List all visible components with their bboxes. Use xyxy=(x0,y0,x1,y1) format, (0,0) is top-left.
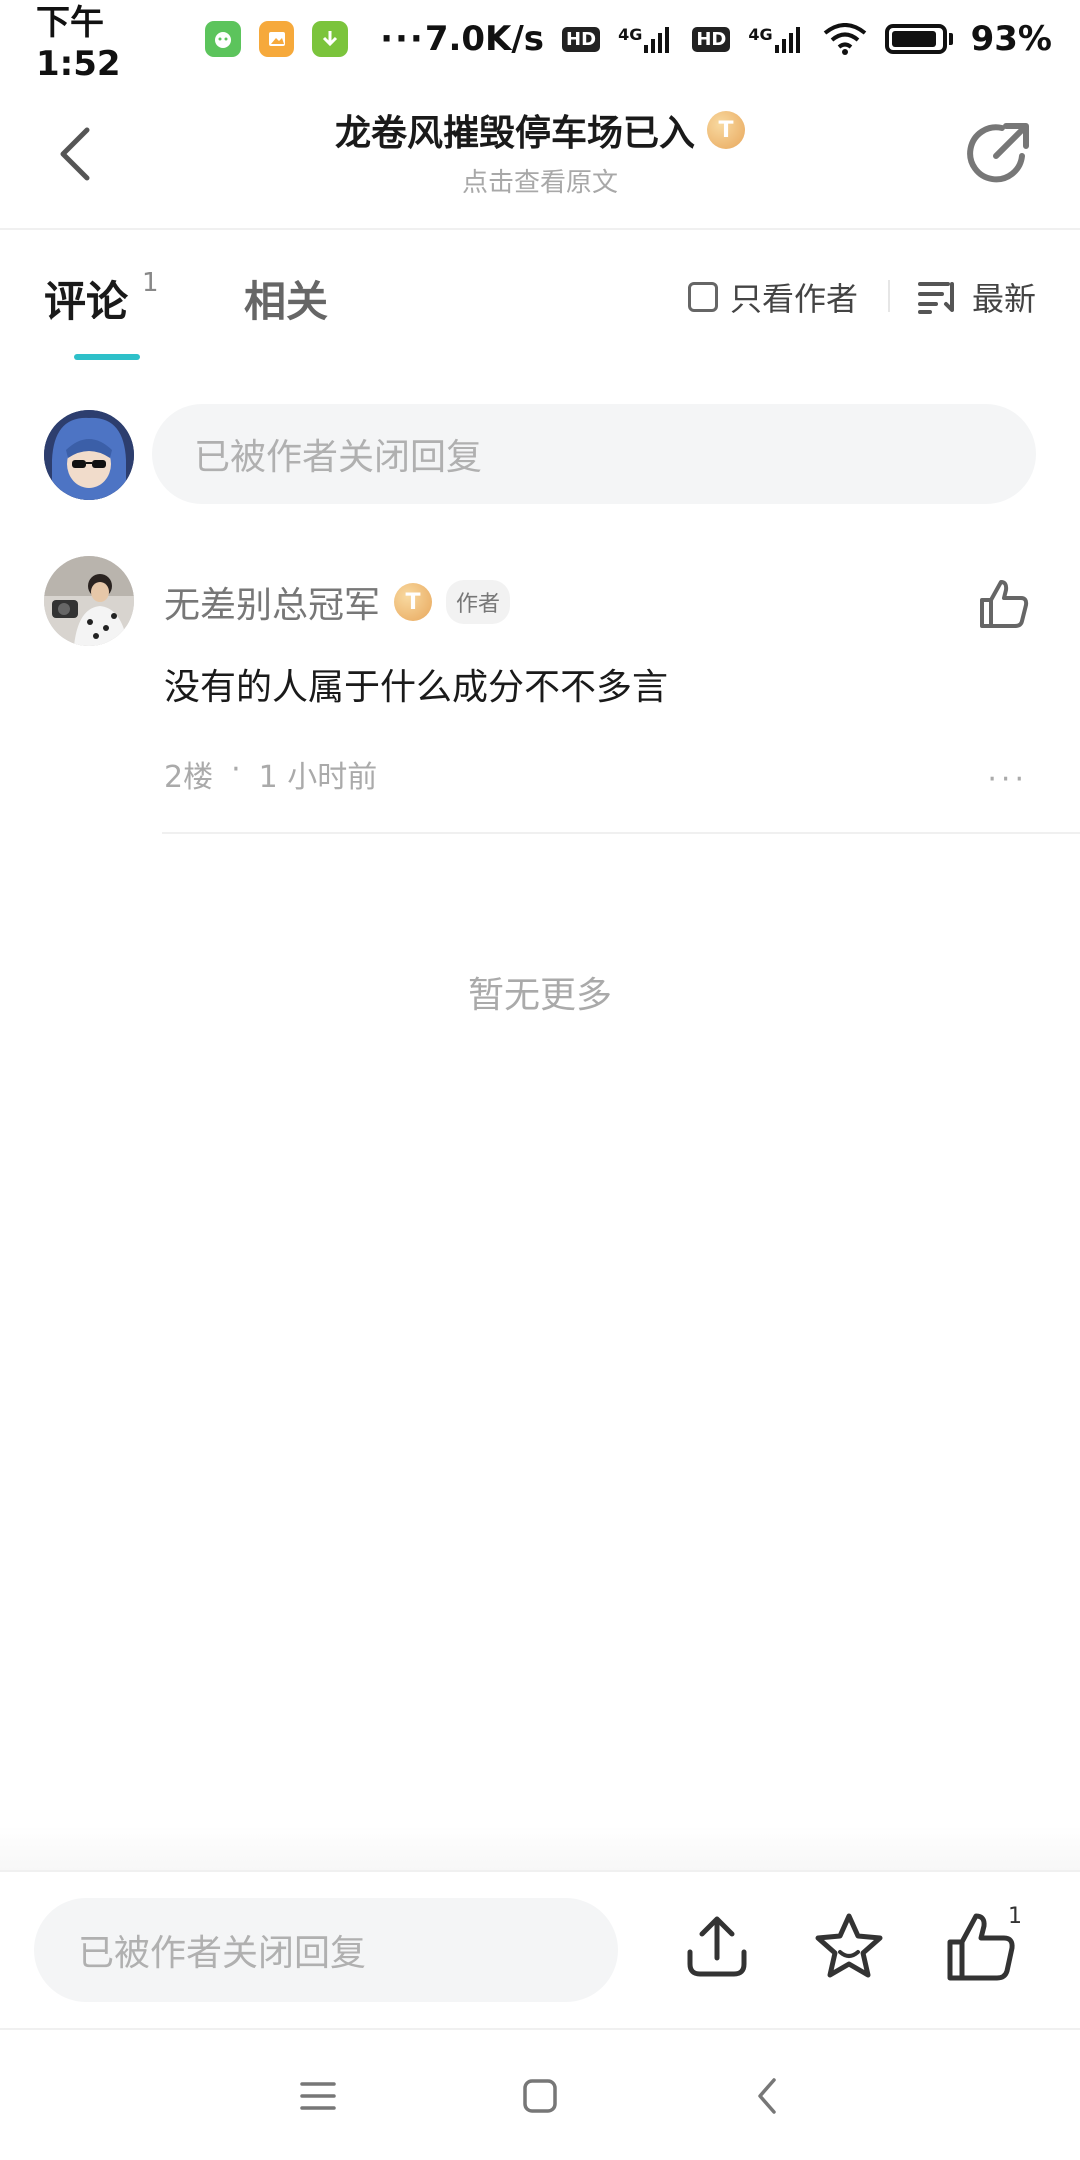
tab-related[interactable]: 相关 xyxy=(244,268,328,329)
post-title-link[interactable]: 龙卷风摧毁停车场已入 T 点击查看原文 xyxy=(200,104,880,199)
share-button[interactable] xyxy=(960,116,1036,192)
view-original-link[interactable]: 点击查看原文 xyxy=(200,162,880,199)
status-time: 下午1:52 xyxy=(36,2,121,84)
comment-divider xyxy=(162,832,1080,834)
menu-icon xyxy=(300,2082,336,2110)
comment-meta: 2楼 · 1 小时前 xyxy=(164,752,377,796)
commenter-name[interactable]: 无差别总冠军 xyxy=(164,576,380,628)
comment-item: 无差别总冠军 T 作者 没有的人属于什么成分不不多言 2楼 · 1 小时前 ··… xyxy=(0,556,1080,836)
commenter-avatar[interactable] xyxy=(44,556,134,646)
back-button[interactable] xyxy=(40,112,110,196)
tab-comments[interactable]: 评论 1 xyxy=(44,268,159,329)
share-post-button[interactable] xyxy=(678,1908,756,1986)
download-notification-icon xyxy=(312,21,349,57)
nav-back-button[interactable] xyxy=(744,2072,792,2120)
screen: 下午1:52 ··· 7.0K/s HD 4G HD 4G 93% 龙卷风摧毁停… xyxy=(0,0,1080,2160)
comment-floor: 2楼 xyxy=(164,760,214,795)
home-square-icon xyxy=(523,2079,557,2113)
tab-comments-label: 评论 xyxy=(44,277,129,326)
app-notification-icon xyxy=(205,21,241,57)
meta-separator: · xyxy=(231,752,241,787)
level-badge-icon: T xyxy=(707,111,745,149)
status-bar: 下午1:52 ··· 7.0K/s HD 4G HD 4G 93% xyxy=(0,0,1080,84)
sort-button[interactable]: 最新 xyxy=(917,274,1036,320)
comment-time: 1 小时前 xyxy=(258,760,378,795)
gallery-notification-icon xyxy=(258,21,295,57)
commenter-level-badge-icon: T xyxy=(394,583,433,621)
author-only-toggle[interactable]: 只看作者 xyxy=(687,274,858,320)
comment-content: 没有的人属于什么成分不不多言 xyxy=(164,667,669,708)
tab-divider xyxy=(888,280,890,312)
author-only-label: 只看作者 xyxy=(729,280,858,318)
battery-percent: 93% xyxy=(970,19,1052,59)
nav-menu-button[interactable] xyxy=(294,2072,342,2120)
post-title: 龙卷风摧毁停车场已入 xyxy=(334,113,695,154)
wifi-icon xyxy=(823,23,866,55)
bottom-reply-input-disabled[interactable]: 已被作者关闭回复 xyxy=(34,1898,618,2002)
nav-home-button[interactable] xyxy=(516,2072,564,2120)
battery-icon xyxy=(884,24,953,54)
sort-icon xyxy=(917,282,954,314)
upload-share-icon xyxy=(687,1916,747,1977)
bottom-shadow xyxy=(0,1826,1080,1870)
hd-badge: HD xyxy=(562,26,601,52)
signal-2-icon: 4G xyxy=(748,25,804,53)
hd-badge-2: HD xyxy=(692,26,731,52)
comment-like-button[interactable] xyxy=(978,578,1030,630)
tab-bar: 评论 1 相关 只看作者 最新 xyxy=(0,232,1080,362)
more-notifications-icon: ··· xyxy=(380,19,425,59)
network-speed: 7.0K/s xyxy=(424,19,545,59)
system-nav-bar xyxy=(0,2030,1080,2160)
sort-label: 最新 xyxy=(971,280,1036,318)
reply-input-disabled[interactable]: 已被作者关闭回复 xyxy=(152,404,1036,504)
chevron-left-icon xyxy=(60,127,90,181)
author-tag: 作者 xyxy=(446,580,511,624)
share-icon xyxy=(967,123,1029,183)
comment-more-button[interactable]: ··· xyxy=(987,762,1028,797)
bottom-action-bar: 已被作者关闭回复 1 xyxy=(0,1870,1080,2030)
favorite-button[interactable] xyxy=(810,1908,888,1986)
like-count: 1 xyxy=(1008,1904,1022,1929)
active-tab-indicator xyxy=(74,354,140,360)
title-bar: 龙卷风摧毁停车场已入 T 点击查看原文 xyxy=(0,78,1080,230)
end-of-list-text: 暂无更多 xyxy=(467,975,612,1016)
back-arrow-icon xyxy=(758,2078,776,2114)
comment-count: 1 xyxy=(142,268,159,298)
thumbs-up-icon xyxy=(980,580,1029,628)
star-icon xyxy=(815,1913,883,1978)
signal-1-icon: 4G xyxy=(618,25,674,53)
reply-row: 已被作者关闭回复 xyxy=(0,404,1080,508)
my-avatar[interactable] xyxy=(44,410,134,500)
checkbox-icon xyxy=(687,282,718,312)
commenter-info: 无差别总冠军 T 作者 xyxy=(164,576,511,628)
